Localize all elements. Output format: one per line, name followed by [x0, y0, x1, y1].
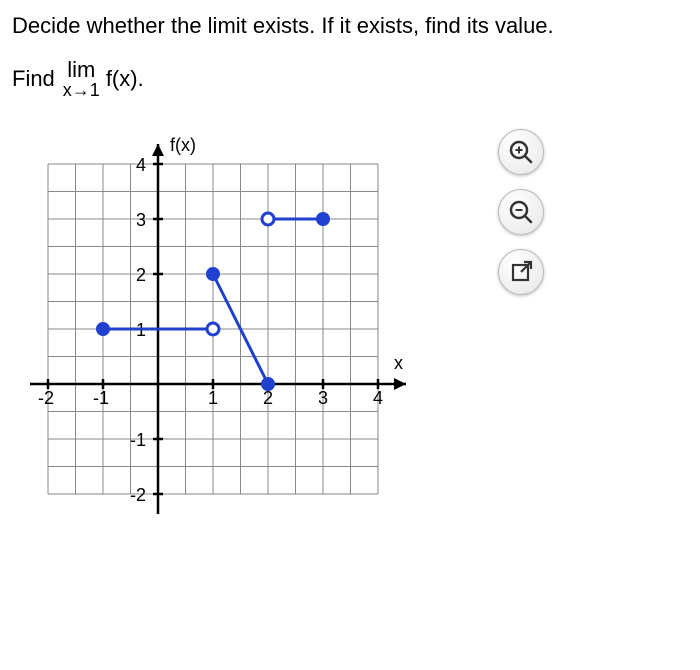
point-open — [207, 323, 219, 335]
svg-text:3: 3 — [318, 388, 328, 408]
svg-text:2: 2 — [263, 388, 273, 408]
zoom-in-button[interactable] — [498, 129, 544, 175]
svg-text:-2: -2 — [38, 388, 54, 408]
svg-text:1: 1 — [208, 388, 218, 408]
point-closed — [207, 268, 219, 280]
y-axis-label: f(x) — [170, 135, 196, 155]
question-text: Decide whether the limit exists. If it e… — [12, 12, 688, 41]
point-open — [262, 213, 274, 225]
limit-word: lim — [67, 59, 95, 81]
graph: f(x) x -2 -1 1 2 3 4 4 — [18, 119, 438, 529]
zoom-out-button[interactable] — [498, 189, 544, 235]
y-axis-arrow — [152, 144, 164, 156]
svg-text:4: 4 — [373, 388, 383, 408]
point-closed — [317, 213, 329, 225]
svg-text:2: 2 — [136, 265, 146, 285]
svg-text:3: 3 — [136, 210, 146, 230]
zoom-in-icon — [508, 139, 534, 165]
x-axis-label: x — [394, 353, 403, 373]
graph-svg: f(x) x -2 -1 1 2 3 4 4 — [18, 119, 438, 529]
svg-text:-2: -2 — [130, 485, 146, 505]
svg-text:-1: -1 — [130, 430, 146, 450]
svg-text:-1: -1 — [93, 388, 109, 408]
limit-approach: x→1 — [63, 81, 100, 99]
zoom-out-icon — [508, 199, 534, 225]
limit-expression: Find lim x→1 f(x). — [12, 59, 688, 99]
point-closed — [97, 323, 109, 335]
popout-button[interactable] — [498, 249, 544, 295]
popout-icon — [509, 260, 533, 284]
point-closed — [262, 378, 274, 390]
find-label: Find — [12, 66, 55, 92]
toolbar — [498, 129, 544, 295]
limit-notation: lim x→1 — [63, 59, 100, 99]
svg-text:4: 4 — [136, 155, 146, 175]
limit-function: f(x). — [106, 66, 144, 92]
x-axis-arrow — [394, 378, 406, 390]
